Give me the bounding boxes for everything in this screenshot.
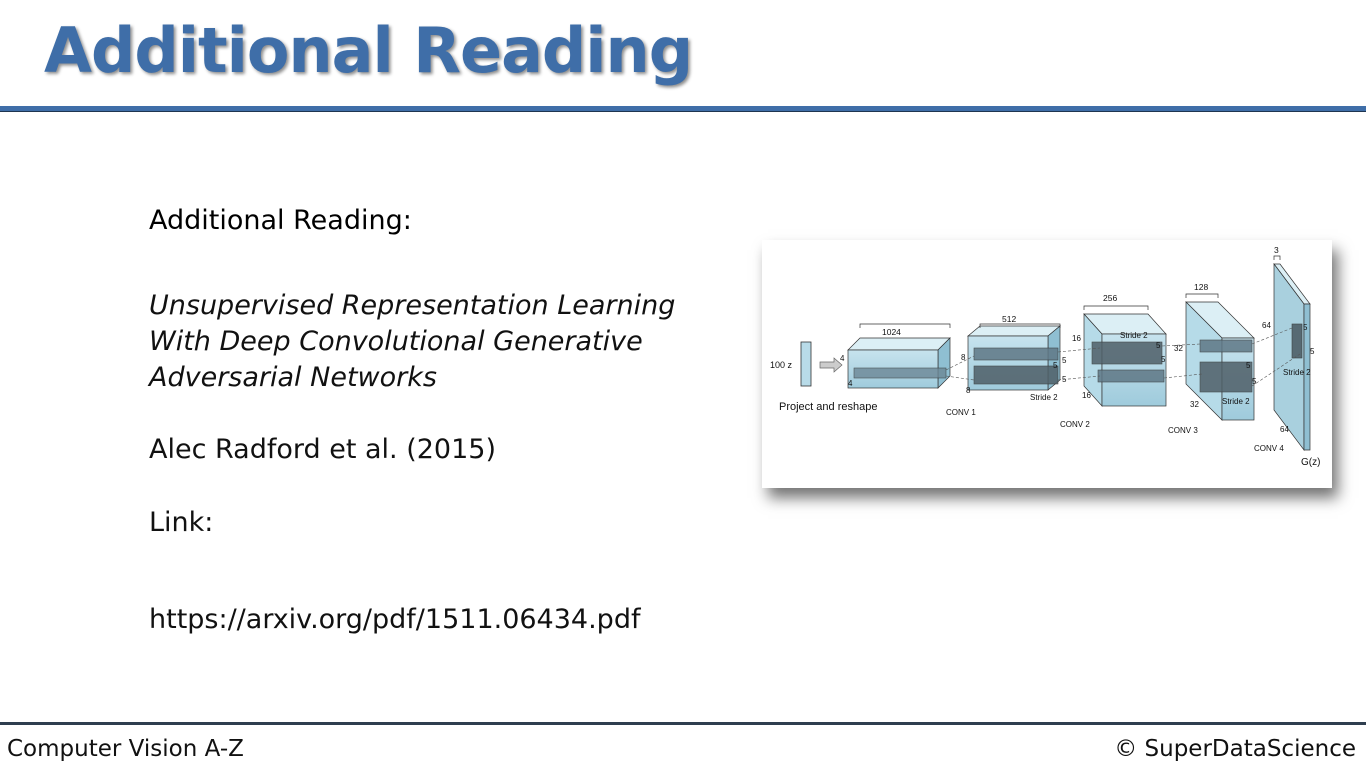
dcgan-architecture-figure: 100 z Project and reshape 1024 4 4 CONV … [762, 240, 1332, 488]
dim-label: 16 [1072, 334, 1081, 343]
project-label: Project and reshape [779, 401, 877, 413]
paper-authors: Alec Radford et al. (2015) [149, 434, 497, 465]
layer-label: CONV 4 [1254, 444, 1284, 453]
dim-label: 5 [1303, 323, 1308, 332]
stride-label: Stride 2 [1222, 397, 1250, 406]
input-vector [800, 341, 812, 387]
stride-label: Stride 2 [1283, 368, 1311, 377]
block-2-kernel [973, 347, 1059, 361]
footer-divider [0, 722, 1366, 725]
dim-label: 5 [1156, 341, 1161, 350]
link-label: Link: [149, 507, 214, 538]
paper-link[interactable]: https://arxiv.org/pdf/1511.06434.pdf [149, 604, 640, 635]
block-4-kernel [1199, 361, 1253, 393]
dim-label: 64 [1262, 321, 1271, 330]
paper-title: Unsupervised Representation Learning Wit… [149, 288, 675, 396]
paper-title-line: Unsupervised Representation Learning [149, 290, 676, 321]
slide-title: Additional Reading [44, 14, 693, 87]
copyright: © SuperDataScience [1114, 736, 1356, 762]
depth-label: 128 [1194, 282, 1208, 292]
block-3-kernel [1097, 369, 1165, 383]
block-3-brace [1083, 305, 1149, 310]
title-divider [0, 106, 1366, 112]
stride-label: Stride 2 [1030, 393, 1058, 402]
depth-label: 512 [1002, 314, 1016, 324]
block-1-top [847, 337, 951, 351]
block-4-brace [1185, 293, 1219, 298]
output-brace [1273, 255, 1281, 260]
dim-label: 8 [966, 386, 971, 395]
block-2-kernel [973, 365, 1059, 385]
block-1-kernel [853, 367, 947, 379]
block-4-kernel [1199, 339, 1253, 353]
block-1-brace [859, 323, 951, 328]
dim-label: 32 [1190, 400, 1199, 409]
dim-label: 5 [1310, 347, 1315, 356]
dim-label: 5 [1161, 355, 1166, 364]
block-3-kernel [1091, 341, 1163, 365]
dim-label: 4 [840, 354, 845, 363]
input-label: 100 z [770, 360, 793, 370]
dim-label: 16 [1082, 391, 1091, 400]
dim-label: 5 [1246, 361, 1251, 370]
paper-title-line: Adversarial Networks [149, 362, 437, 393]
depth-label: 3 [1274, 245, 1279, 255]
layer-label: CONV 2 [1060, 420, 1090, 429]
section-heading: Additional Reading: [149, 205, 412, 236]
depth-label: 256 [1103, 293, 1117, 303]
layer-label: CONV 3 [1168, 426, 1198, 435]
paper-title-line: With Deep Convolutional Generative [149, 326, 643, 357]
output-kernel [1291, 323, 1303, 359]
dim-label: 64 [1280, 425, 1289, 434]
dim-label: 4 [848, 379, 853, 388]
output-label: G(z) [1301, 457, 1320, 468]
dim-label: 5 [1053, 361, 1058, 370]
arrow-icon [819, 357, 843, 373]
depth-label: 1024 [882, 327, 901, 337]
stride-label: Stride 2 [1120, 331, 1148, 340]
layer-label: CONV 1 [946, 408, 976, 417]
block-2-top [967, 325, 1061, 337]
course-name: Computer Vision A-Z [7, 736, 244, 762]
dim-label: 5 [1062, 356, 1067, 365]
dcgan-diagram: 100 z Project and reshape 1024 4 4 CONV … [770, 245, 1320, 468]
